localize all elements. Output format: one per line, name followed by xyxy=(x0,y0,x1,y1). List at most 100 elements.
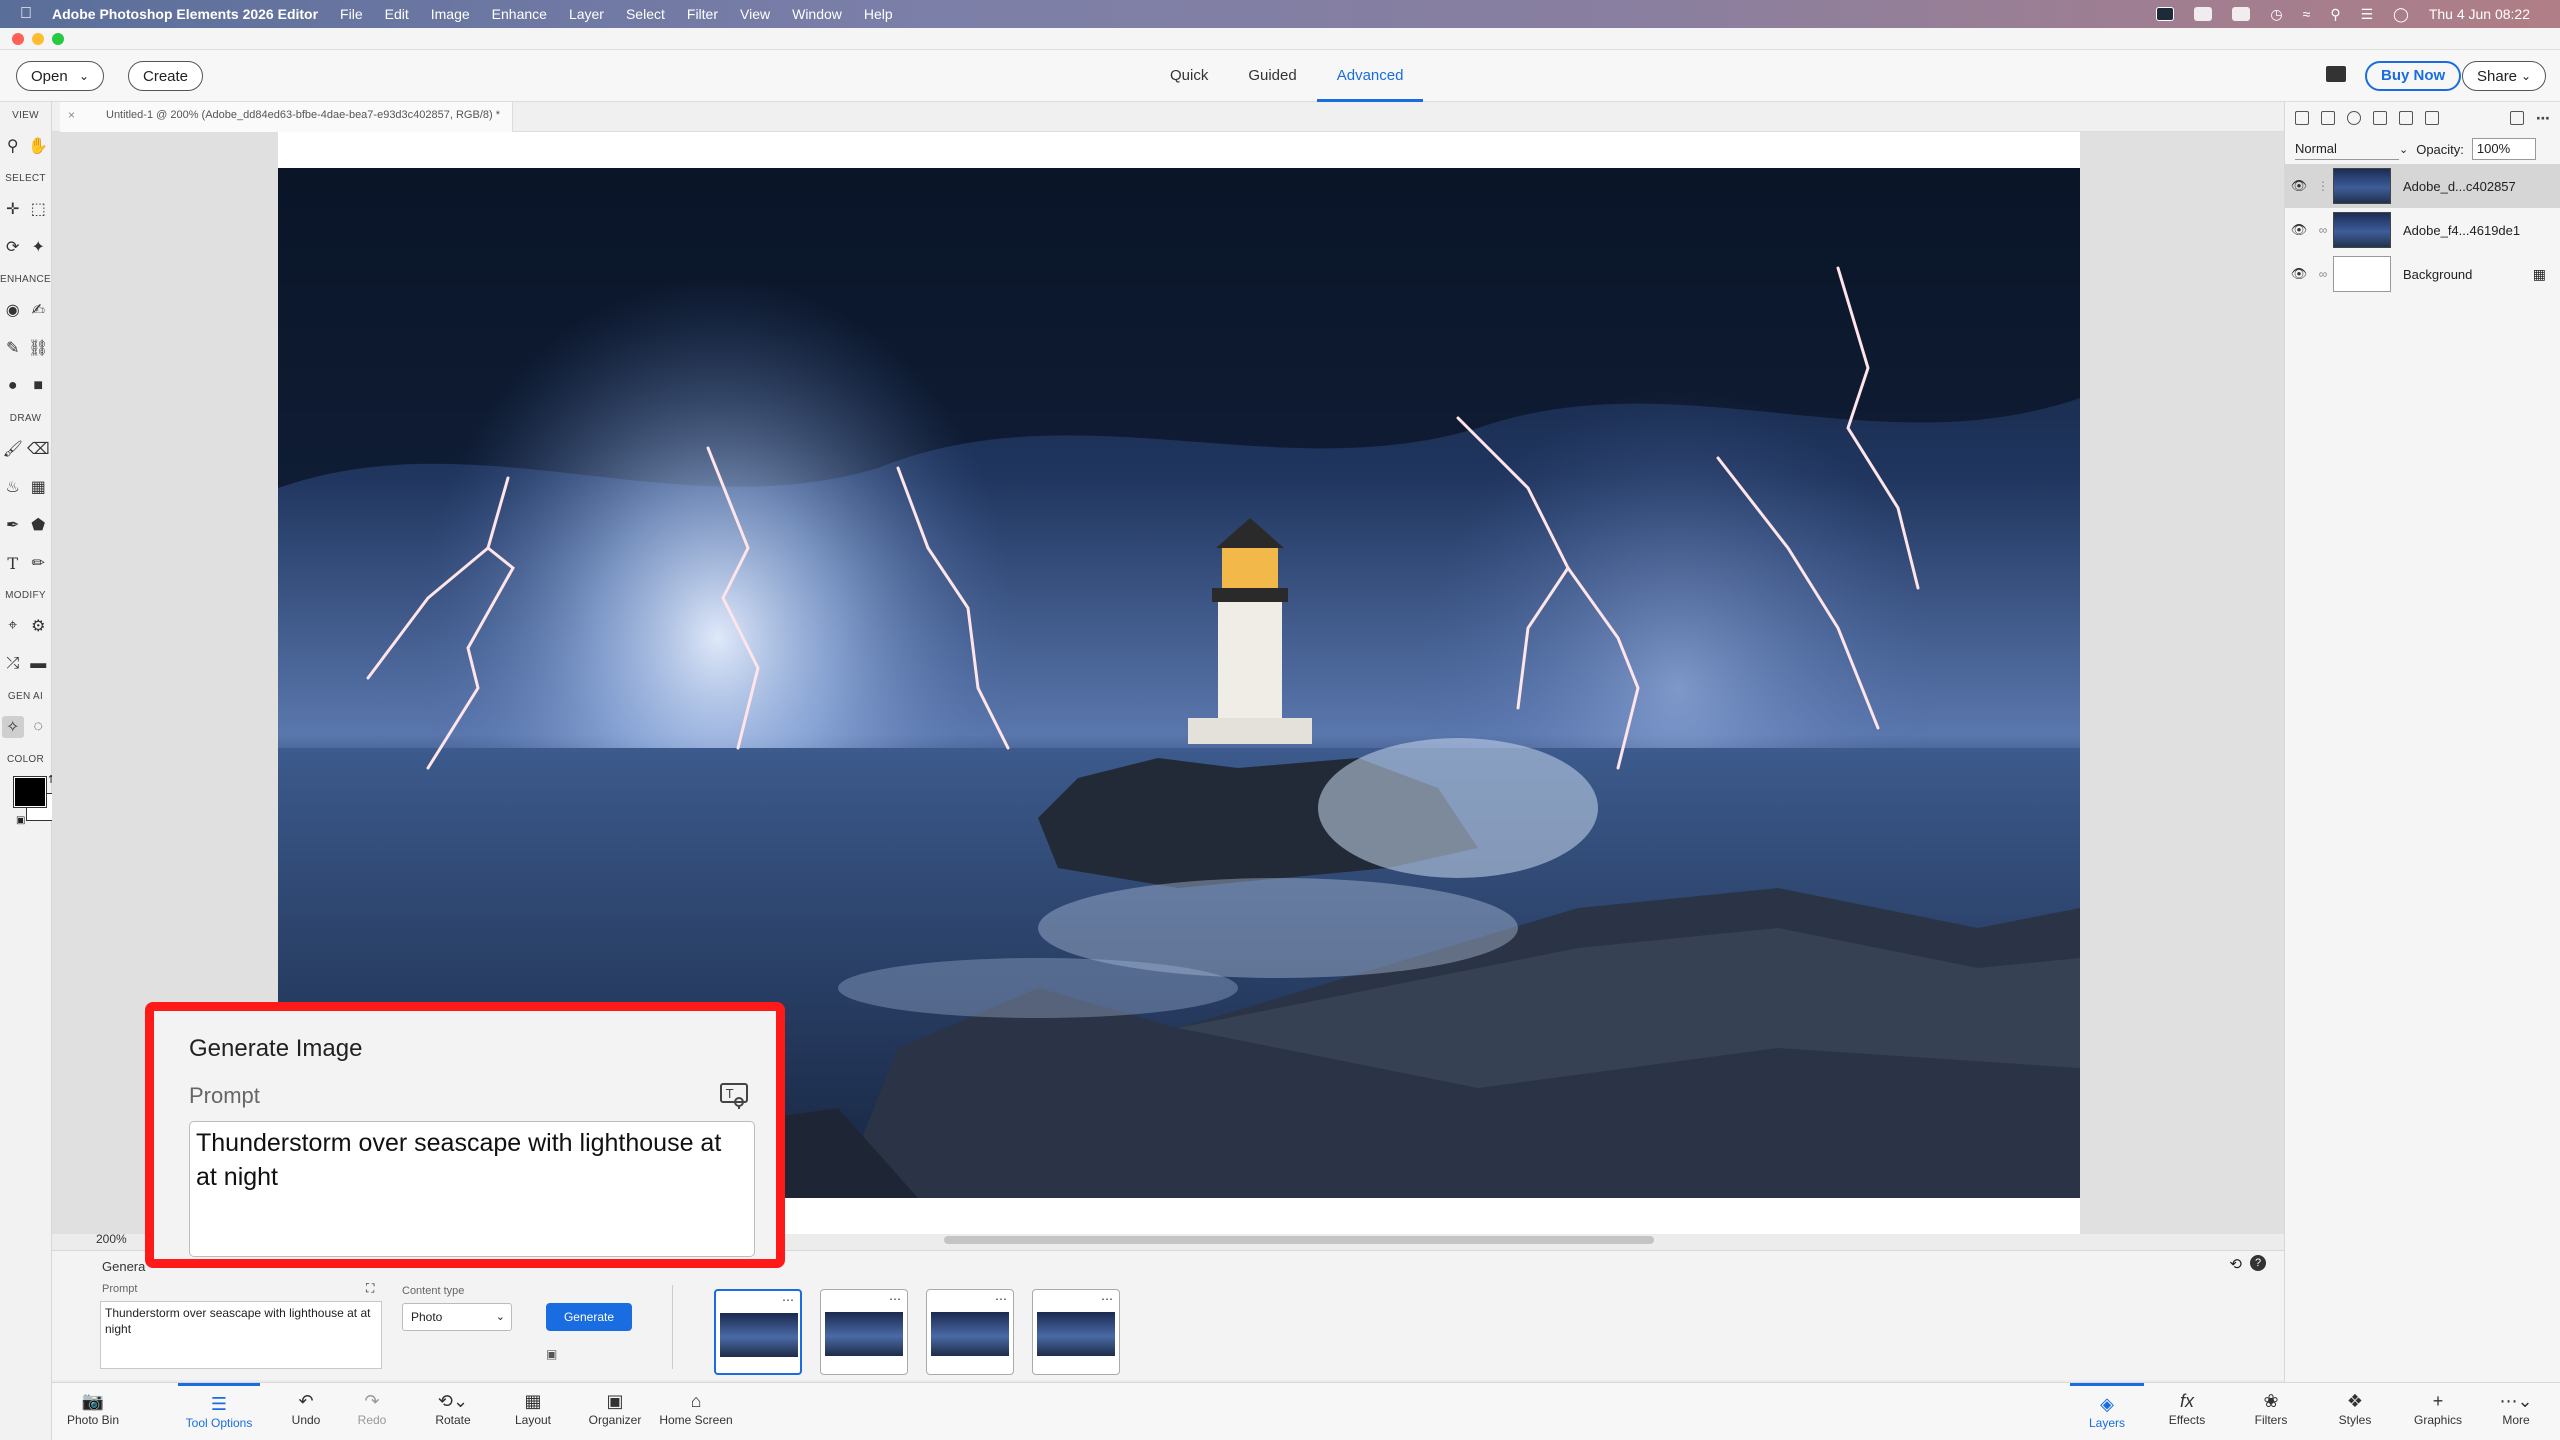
new-layer-icon[interactable] xyxy=(2295,111,2309,125)
generated-result-thumbnail[interactable]: ⋯ xyxy=(926,1289,1014,1375)
paint-bucket-tool-icon[interactable]: ♨ xyxy=(2,476,24,498)
menu-edit[interactable]: Edit xyxy=(385,6,409,22)
wifi-icon[interactable]: ≈ xyxy=(2303,6,2311,22)
eraser-tool-icon[interactable]: ⌫ xyxy=(27,438,50,460)
visibility-eye-icon[interactable]: 👁 xyxy=(2285,266,2313,282)
close-window-button[interactable] xyxy=(12,33,24,45)
foreground-color-swatch[interactable] xyxy=(13,776,47,808)
straighten-tool-icon[interactable]: ▬ xyxy=(27,653,49,675)
recompose-tool-icon[interactable]: ⚙ xyxy=(27,615,49,637)
menu-window[interactable]: Window xyxy=(792,6,842,22)
link-icon[interactable]: ∞ xyxy=(2313,223,2333,237)
prompt-input[interactable]: Thunderstorm over seascape with lighthou… xyxy=(100,1301,382,1369)
redo-button[interactable]: ↷ Redo xyxy=(342,1383,402,1440)
menu-view[interactable]: View xyxy=(740,6,770,22)
generated-result-thumbnail[interactable]: ⋯ xyxy=(714,1289,802,1375)
healing-brush-tool-icon[interactable]: ✍ xyxy=(27,299,49,321)
reset-tool-icon[interactable]: ⟲ xyxy=(2229,1255,2242,1273)
reference-image-icon[interactable]: ▣ xyxy=(546,1347,557,1361)
smart-brush-tool-icon[interactable]: ✎ xyxy=(2,337,24,359)
panel-menu-icon[interactable]: ⋯ xyxy=(2536,110,2550,127)
more-options-icon[interactable]: ⋯ xyxy=(995,1292,1007,1306)
tab-advanced[interactable]: Advanced xyxy=(1316,50,1424,102)
generate-button[interactable]: Generate xyxy=(546,1303,632,1331)
menu-file[interactable]: File xyxy=(340,6,363,22)
generative-fill-tool-icon[interactable]: ◌ xyxy=(27,716,49,738)
layer-mask-icon[interactable] xyxy=(2373,111,2387,125)
link-icon[interactable]: ∞ xyxy=(2313,267,2333,281)
notes-status-icon[interactable] xyxy=(2194,7,2213,21)
generated-result-thumbnail[interactable]: ⋯ xyxy=(1032,1289,1120,1375)
menu-enhance[interactable]: Enhance xyxy=(492,6,547,22)
app-name[interactable]: Adobe Photoshop Elements 2026 Editor xyxy=(52,6,318,22)
visibility-eye-icon[interactable]: 👁 xyxy=(2285,178,2313,194)
sponge-tool-icon[interactable]: ■ xyxy=(27,375,49,397)
eyedropper-tool-icon[interactable]: ✒ xyxy=(2,514,24,536)
more-options-icon[interactable]: ⋯ xyxy=(1101,1292,1113,1306)
filters-button[interactable]: ❀ Filters xyxy=(2234,1383,2308,1440)
lock-all-icon[interactable] xyxy=(2399,111,2413,125)
clone-stamp-tool-icon[interactable]: ⛓ xyxy=(27,337,49,359)
organizer-button[interactable]: ▣ Organizer xyxy=(580,1383,650,1440)
menu-layer[interactable]: Layer xyxy=(569,6,604,22)
more-button[interactable]: ⋯⌄ More xyxy=(2484,1383,2548,1440)
chevron-down-icon[interactable]: ⌄ xyxy=(2521,69,2531,83)
more-options-icon[interactable]: ⋯ xyxy=(889,1292,901,1306)
visibility-eye-icon[interactable]: 👁 xyxy=(2285,222,2313,238)
move-tool-icon[interactable]: ✛ xyxy=(2,198,24,220)
layer-row[interactable]: 👁 ∞ Adobe_f4...4619de1 xyxy=(2285,208,2560,252)
layout-button[interactable]: ▦ Layout xyxy=(498,1383,568,1440)
display-status-icon[interactable] xyxy=(2232,7,2251,21)
styles-button[interactable]: ❖ Styles xyxy=(2318,1383,2392,1440)
zoom-level[interactable]: 200% xyxy=(96,1232,127,1246)
tab-guided[interactable]: Guided xyxy=(1228,50,1316,102)
layers-button[interactable]: ◈ Layers xyxy=(2070,1383,2144,1440)
lasso-tool-icon[interactable]: ⟳ xyxy=(2,236,24,258)
document-tab[interactable]: × Untitled-1 @ 200% (Adobe_dd84ed63-bfbe… xyxy=(60,102,513,132)
type-tool-icon[interactable]: T xyxy=(2,552,24,574)
crop-tool-icon[interactable]: ⌖ xyxy=(2,615,24,637)
photo-bin-button[interactable]: 📷 Photo Bin xyxy=(52,1383,134,1440)
adjustment-layer-icon[interactable] xyxy=(2347,111,2361,125)
buy-now-button[interactable]: Buy Now xyxy=(2365,61,2462,91)
pencil-tool-icon[interactable]: ✏ xyxy=(27,552,49,574)
graphics-button[interactable]: + Graphics xyxy=(2398,1383,2478,1440)
home-screen-button[interactable]: ⌂ Home Screen xyxy=(656,1383,736,1440)
siri-icon[interactable]: ◯ xyxy=(2393,6,2409,23)
tab-quick[interactable]: Quick xyxy=(1150,50,1228,102)
spotlight-search-icon[interactable]: ⚲ xyxy=(2330,6,2340,23)
background-lock-icon[interactable]: ▦ xyxy=(2533,266,2546,283)
photoshop-status-icon[interactable] xyxy=(2156,7,2175,21)
horizontal-scrollbar[interactable] xyxy=(944,1236,1654,1244)
chevron-down-icon[interactable]: ⌄ xyxy=(2399,143,2408,156)
minimize-window-button[interactable] xyxy=(32,33,44,45)
blur-tool-icon[interactable]: ● xyxy=(2,375,24,397)
zoom-window-button[interactable] xyxy=(52,33,64,45)
brush-tool-icon[interactable]: 🖌 xyxy=(2,438,24,460)
content-type-select[interactable]: Photo ⌄ xyxy=(402,1303,512,1331)
open-button[interactable]: Open ⌄ xyxy=(16,61,104,91)
messages-icon[interactable] xyxy=(2326,66,2346,82)
opacity-select[interactable]: 100% xyxy=(2471,138,2536,160)
help-icon[interactable]: ? xyxy=(2250,1255,2266,1271)
apple-icon[interactable]:  xyxy=(0,5,52,23)
quick-selection-tool-icon[interactable]: ✦ xyxy=(27,236,49,258)
chevron-down-icon[interactable]: ⌄ xyxy=(496,1304,505,1330)
red-eye-tool-icon[interactable]: ◉ xyxy=(2,299,24,321)
menu-filter[interactable]: Filter xyxy=(687,6,718,22)
effects-button[interactable]: fx Effects xyxy=(2150,1383,2224,1440)
menu-select[interactable]: Select xyxy=(626,6,665,22)
marquee-tool-icon[interactable]: ⬚ xyxy=(27,198,49,220)
share-button[interactable]: Share ⌄ xyxy=(2462,61,2546,91)
time-machine-icon[interactable]: ◷ xyxy=(2270,6,2282,23)
menubar-clock[interactable]: Thu 4 Jun 08:22 xyxy=(2429,6,2530,22)
undo-button[interactable]: ↶ Undo xyxy=(276,1383,336,1440)
rotate-button[interactable]: ⟲⌄ Rotate xyxy=(418,1383,488,1440)
custom-shape-tool-icon[interactable]: ⬟ xyxy=(27,514,49,536)
gradient-tool-icon[interactable]: ▦ xyxy=(27,476,49,498)
hand-tool-icon[interactable]: ✋ xyxy=(27,135,49,157)
control-center-icon[interactable]: ☰ xyxy=(2361,6,2374,23)
blend-mode-select[interactable]: Normal xyxy=(2295,138,2399,160)
tool-options-button[interactable]: ☰ Tool Options xyxy=(178,1383,260,1440)
generated-result-thumbnail[interactable]: ⋯ xyxy=(820,1289,908,1375)
